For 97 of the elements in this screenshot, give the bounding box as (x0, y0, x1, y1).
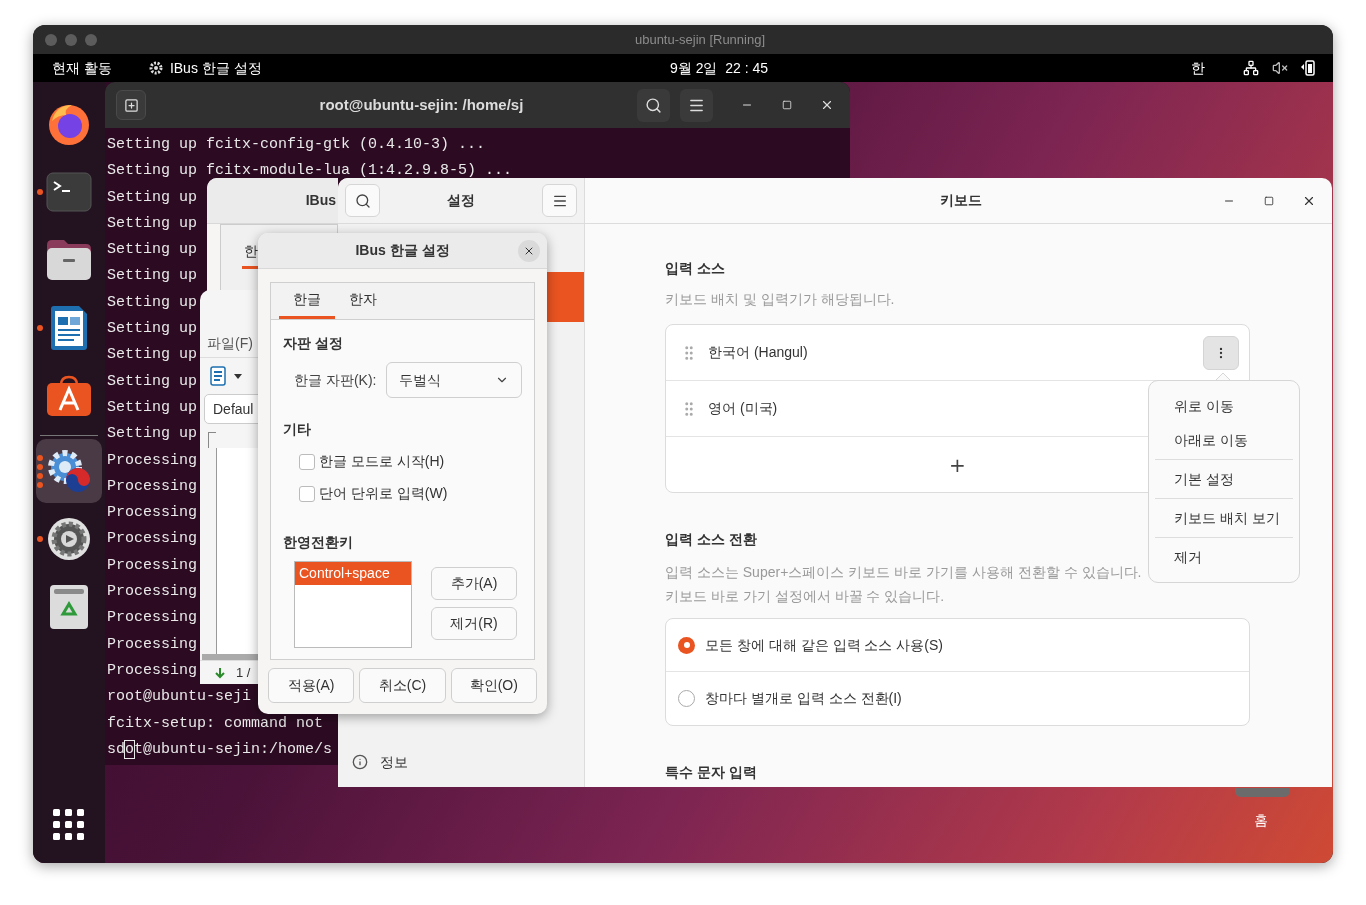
search-button[interactable] (345, 184, 380, 217)
page-status: 1 / (236, 663, 251, 682)
dialog-button[interactable]: 적용(A) (268, 668, 355, 703)
checkbox-option[interactable]: 단어 단위로 입력(W) (283, 483, 522, 504)
terminal-line: Setting up (107, 267, 197, 285)
input-source-name: 한국어 (Hangul) (708, 343, 808, 362)
activities-button[interactable]: 현재 활동 (52, 57, 112, 79)
terminal-line: Processing (107, 609, 197, 627)
dialog-button[interactable]: 확인(O) (450, 668, 537, 703)
layout-dropdown[interactable]: 두벌식 (386, 362, 522, 398)
info-icon (352, 754, 368, 770)
trash-icon[interactable] (49, 584, 89, 630)
list-item[interactable]: Control+space (295, 562, 411, 585)
terminal-line: sdot@ubuntu-sejin:/home/s (107, 740, 333, 758)
section-heading: 한영전환키 (283, 533, 354, 552)
search-icon (354, 192, 371, 209)
menu-item[interactable]: 위로 이동 (1155, 389, 1293, 423)
window-title: ubuntu-sejin [Running] (634, 30, 766, 49)
menu-button[interactable] (542, 184, 577, 217)
terminal-line: root@ubuntu-seji (107, 688, 252, 706)
download-icon (214, 666, 226, 679)
terminal-line: Processing (107, 583, 197, 601)
settings-icon[interactable] (46, 516, 92, 562)
tab[interactable]: 한자 (335, 282, 391, 319)
terminal-line: Setting up (107, 214, 197, 232)
gear-icon (147, 60, 164, 76)
menu-item[interactable]: 키보드 배치 보기 (1155, 501, 1293, 535)
shopping-bag-icon[interactable] (46, 375, 92, 417)
terminal-line: Setting up (107, 372, 197, 390)
app-menu[interactable]: IBus 한글 설정 (169, 57, 262, 79)
window-title: 키보드 (940, 191, 982, 210)
terminal-line: Setting up (107, 241, 197, 259)
maximize-icon (1264, 195, 1274, 206)
terminal-line: Processing (107, 504, 197, 522)
section-description: 키보드 배치 및 입력기가 해당됩니다. (665, 290, 896, 309)
checkbox-option[interactable]: 한글 모드로 시작(H) (283, 451, 522, 472)
folder-icon[interactable] (46, 239, 92, 281)
terminal-icon[interactable] (46, 172, 92, 212)
checkbox[interactable] (299, 453, 315, 470)
window-title: IBus (305, 191, 336, 210)
radio-button[interactable] (678, 690, 695, 707)
sidebar-item[interactable]: 정보 (338, 737, 584, 787)
terminal-line: Setting up (107, 398, 197, 416)
section-heading: 입력 소스 전환 (665, 530, 758, 549)
terminal-line: Setting up fcitx-module-lua (1:4.2.9.8-5) ... (107, 162, 513, 180)
cursor: o (125, 740, 135, 758)
section-heading: 자판 설정 (283, 334, 344, 353)
maximize-icon (782, 100, 792, 110)
menu-item[interactable]: 기본 설정 (1155, 462, 1293, 496)
terminal-line: Setting up (107, 320, 197, 338)
terminal-line: Processing (107, 635, 197, 653)
radio-option[interactable]: 모든 창에 대해 같은 입력 소스 사용(S) (666, 619, 1249, 672)
sidebar-title: 설정 (447, 191, 475, 210)
terminal-line: Setting up (107, 425, 197, 443)
volume-muted-icon[interactable] (1272, 60, 1288, 76)
section-description: 입력 소스는 Super+스페이스 키보드 바로 가기를 사용해 전환할 수 있습니다. 키보드 바로 가기 설정에서 바꿀 수 있습니다. (665, 563, 1143, 606)
section-heading: 입력 소스 (665, 259, 726, 278)
menu-item[interactable]: 제거 (1155, 540, 1293, 574)
terminal-line: Setting up (107, 188, 197, 206)
menu-item[interactable]: 파일(F) (207, 333, 253, 354)
input-source-name: 영어 (미국) (708, 399, 778, 418)
field-label: 한글 자판(K): (294, 370, 378, 390)
radio-button[interactable] (678, 636, 695, 654)
search-button[interactable] (637, 88, 670, 122)
dialog-button[interactable]: 취소(C) (359, 668, 446, 703)
network-icon[interactable] (1243, 60, 1259, 76)
terminal-line: Setting up fcitx-config-gtk (0.4.10-3) ... (107, 136, 486, 153)
dialog-button[interactable]: 추가(A) (431, 567, 517, 600)
menu-button[interactable] (680, 88, 713, 122)
terminal-line: Processing (107, 661, 197, 679)
close-icon (820, 98, 834, 112)
terminal-line: Setting up (107, 346, 197, 364)
dialog-button[interactable]: 제거(R) (431, 607, 517, 640)
search-icon (645, 96, 662, 114)
terminal-line: Processing (107, 477, 197, 495)
terminal-line: fcitx-setup: command not (107, 714, 324, 732)
clock[interactable]: 9월 2일 22 : 45 (670, 57, 769, 79)
window-title: root@ubuntu-sejin: /home/sj (319, 94, 524, 115)
home-label[interactable]: 홈 (1254, 810, 1268, 831)
radio-option[interactable]: 창마다 별개로 입력 소스 전환(I) (666, 672, 1249, 725)
menu-item[interactable]: 아래로 이동 (1155, 423, 1293, 457)
battery-icon[interactable] (1300, 60, 1316, 76)
new-tab-button[interactable] (116, 90, 146, 120)
terminal-line: Processing (107, 451, 197, 469)
new-tab-icon (123, 97, 139, 113)
section-heading: 특수 문자 입력 (665, 763, 758, 782)
terminal-line: Processing (107, 556, 197, 574)
app-grid-icon[interactable] (53, 809, 85, 841)
tab[interactable]: 한글 (279, 282, 335, 319)
close-button[interactable] (518, 239, 540, 262)
terminal-line: Processing (107, 530, 197, 548)
input-method-indicator[interactable]: 한 (1191, 57, 1205, 79)
terminal-line: Setting up (107, 293, 197, 311)
checkbox[interactable] (299, 485, 315, 502)
document-icon[interactable] (49, 305, 89, 351)
gear-icon[interactable] (45, 447, 93, 495)
dialog-title: IBus 한글 설정 (355, 241, 450, 260)
